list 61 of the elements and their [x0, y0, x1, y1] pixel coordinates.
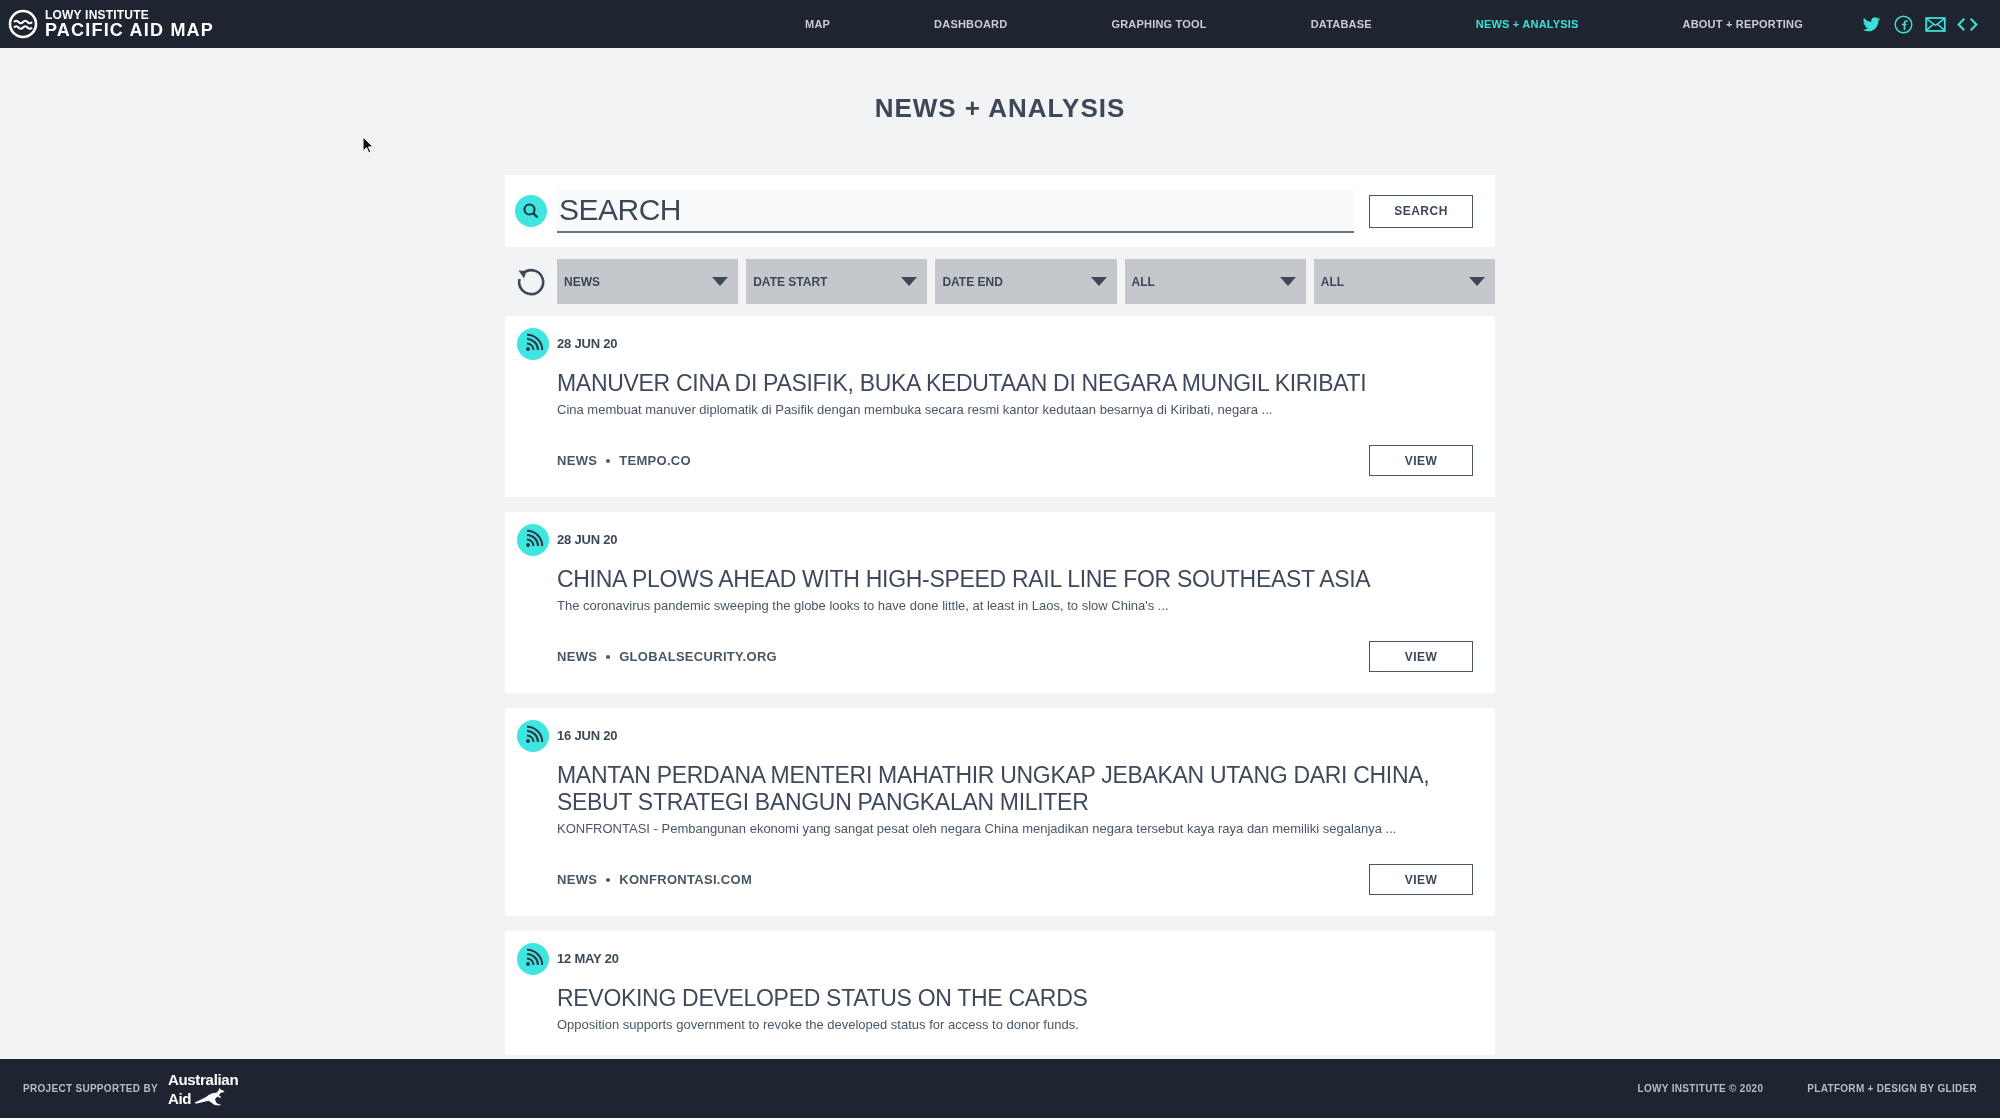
search-icon — [515, 195, 547, 227]
article-source: KONFRONTASI.COM — [619, 872, 752, 887]
feed-icon — [517, 720, 549, 752]
article-title: MANTAN PERDANA MENTERI MAHATHIR UNGKAP JEBAKAN UTANG DARI CHINA, SEBUT STRATEGI BANGUN PANGKALAN MILITER — [557, 762, 1431, 816]
nav-link[interactable]: DATABASE — [1310, 18, 1372, 30]
logo-subtitle: LOWY INSTITUTE — [45, 8, 150, 21]
logo-title: PACIFIC AID MAP — [45, 20, 214, 40]
search-field[interactable]: SEARCH — [557, 189, 1354, 233]
article-summary: The coronavirus pandemic sweeping the globe looks to have done little, at least in Laos, to slow China's ... — [557, 597, 1170, 615]
mail-icon[interactable] — [1925, 14, 1946, 34]
f-in-circle-icon[interactable] — [1893, 14, 1914, 34]
article-source: TEMPO.CO — [619, 453, 691, 468]
dot-icon — [606, 654, 611, 659]
filter-dropdown[interactable]: DATE END — [935, 259, 1117, 304]
kangaroo-icon — [194, 1086, 226, 1106]
view-button[interactable]: VIEW — [1369, 864, 1473, 895]
page-title: NEWS + ANALYSIS — [873, 92, 1127, 125]
nav-link[interactable]: DASHBOARD — [934, 18, 1008, 30]
filter-dropdown[interactable]: ALL — [1313, 259, 1495, 304]
dot-icon — [606, 877, 611, 882]
article-category: NEWS — [557, 649, 598, 664]
filter-dropdown[interactable]: DATE START — [746, 259, 928, 304]
supported-by-text: PROJECT SUPPORTED BY — [23, 1083, 158, 1094]
article-category: NEWS — [557, 872, 598, 887]
caret-icon — [712, 277, 729, 286]
nav-link[interactable]: GRAPHING TOOL — [1111, 18, 1207, 30]
article-summary: KONFRONTASI - Pembangunan ekonomi yang sangat pesat oleh negara China menjadikan negara tersebut kaya raya dan memiliki segalanya ... — [557, 820, 1398, 838]
sponsor-logo-text: Australian — [167, 1071, 239, 1087]
article-title: CHINA PLOWS AHEAD WITH HIGH-SPEED RAIL LINE FOR SOUTHEAST ASIA — [557, 566, 1372, 593]
article-title: MANUVER CINA DI PASIFIK, BUKA KEDUTAAN DI NEGARA MUNGIL KIRIBATI — [557, 370, 1368, 397]
feed-icon — [517, 943, 549, 975]
nav-link[interactable]: MAP — [805, 18, 831, 30]
caret-icon — [1090, 277, 1107, 286]
article-date: 12 MAY 20 — [557, 951, 619, 967]
caret-icon — [1279, 277, 1296, 286]
caret-icon — [1469, 277, 1485, 286]
nav-link[interactable]: NEWS + ANALYSIS — [1475, 18, 1579, 30]
credit-text: PLATFORM + DESIGN BY GLIDER — [1807, 1083, 1977, 1094]
article-date: 28 JUN 20 — [557, 336, 618, 352]
caret-icon — [901, 277, 918, 286]
search-button[interactable]: SEARCH — [1369, 194, 1473, 228]
view-button[interactable]: VIEW — [1369, 641, 1473, 672]
filter-dropdown[interactable]: ALL — [1124, 259, 1306, 304]
copyright-text: LOWY INSTITUTE © 2020 — [1637, 1083, 1764, 1094]
dot-icon — [606, 458, 611, 463]
filter-dropdown[interactable]: NEWS — [557, 259, 739, 304]
article-title: REVOKING DEVELOPED STATUS ON THE CARDS — [557, 985, 1089, 1012]
article-summary: Opposition supports government to revoke the developed status for access to donor funds. — [557, 1016, 1080, 1034]
feed-icon — [517, 328, 549, 360]
sponsor-logo-text: Aid — [167, 1090, 192, 1106]
feed-icon — [517, 524, 549, 556]
article-date: 16 JUN 20 — [557, 728, 618, 744]
article-summary: Cina membuat manuver diplomatik di Pasifik dengan membuka secara resmi kantor kedutaan besarnya di Kiribati, negara ... — [557, 401, 1274, 419]
article-source: GLOBALSECURITY.ORG — [619, 649, 777, 664]
article-date: 28 JUN 20 — [557, 532, 618, 548]
article-category: NEWS — [557, 453, 598, 468]
nav-link[interactable]: ABOUT + REPORTING — [1682, 18, 1803, 30]
cursor-icon — [362, 136, 374, 154]
bird-icon[interactable] — [1861, 14, 1882, 34]
view-button[interactable]: VIEW — [1369, 445, 1473, 476]
waves-logo-icon[interactable] — [8, 9, 38, 39]
